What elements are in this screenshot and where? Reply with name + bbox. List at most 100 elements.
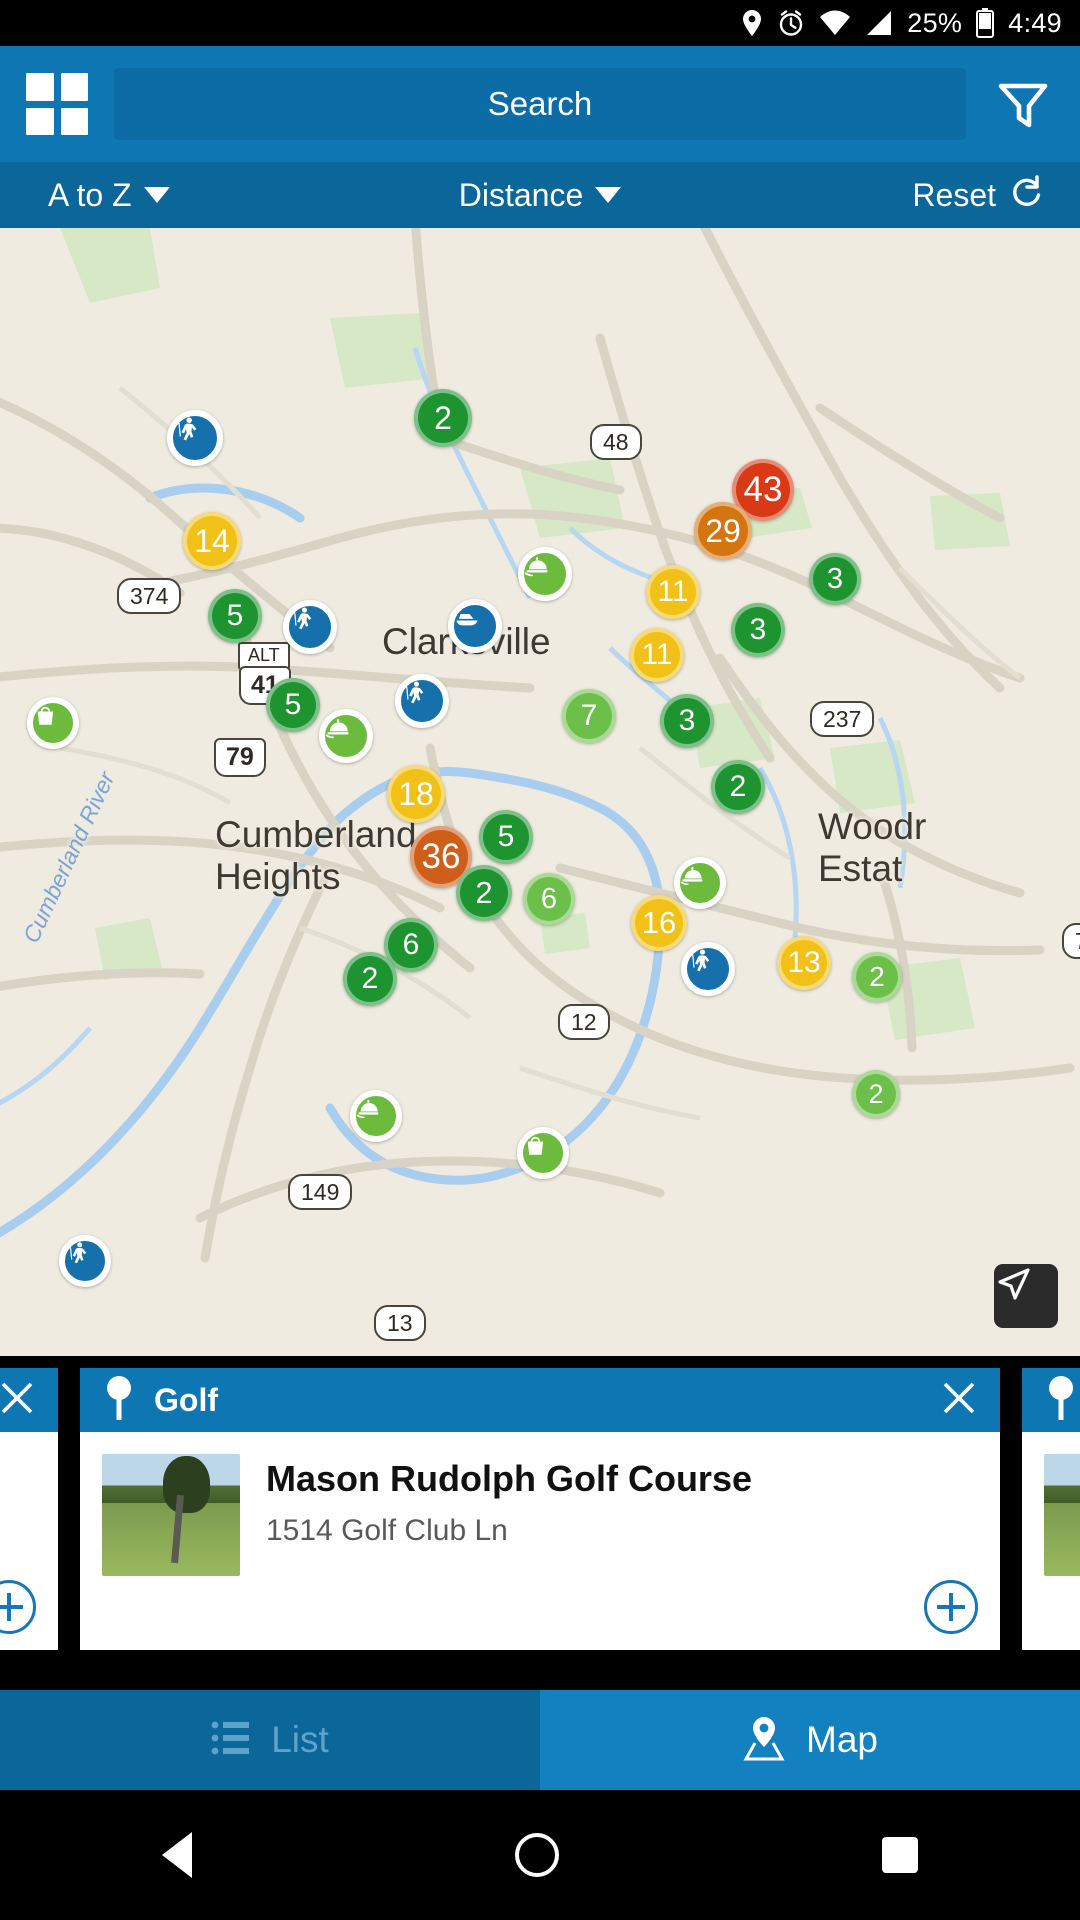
map-cluster-marker[interactable]: 6 <box>523 873 575 925</box>
battery-icon <box>976 8 995 38</box>
plus-circle-icon[interactable] <box>0 1580 36 1634</box>
route-shield: 7 <box>1062 923 1080 960</box>
map-cluster-marker[interactable]: 16 <box>631 895 687 951</box>
clock-time: 4:49 <box>1008 7 1062 38</box>
route-shield: 48 <box>590 424 642 461</box>
map-poi-marker-restaurant[interactable] <box>674 857 726 909</box>
map-poi-marker-shopping-bag[interactable] <box>27 697 79 749</box>
map-base-layer <box>0 228 1075 1263</box>
map-poi-marker-boat[interactable] <box>448 599 502 653</box>
poi-card-carousel[interactable]: Golf Mason Rudolph Golf Course 1514 Golf… <box>0 1356 1080 1656</box>
map-cluster-marker[interactable]: 3 <box>809 553 861 605</box>
map-poi-marker-hiker[interactable] <box>59 1235 111 1287</box>
map-poi-marker-restaurant[interactable] <box>319 709 373 763</box>
map-poi-marker-hiker[interactable] <box>283 600 337 654</box>
status-bar: 25% 4:49 <box>0 0 1080 46</box>
refresh-icon <box>1010 174 1044 216</box>
card-body: Mason Rudolph Golf Course 1514 Golf Club… <box>0 1432 58 1650</box>
tab-map-label: Map <box>806 1719 878 1760</box>
sort-distance-label: Distance <box>458 176 584 213</box>
sort-alpha-label: A to Z <box>48 176 132 213</box>
map-cluster-marker[interactable]: 7 <box>562 689 616 743</box>
map-pin-icon <box>742 1715 786 1766</box>
alarm-icon <box>777 9 805 37</box>
tab-list-label: List <box>271 1719 329 1760</box>
map-cluster-marker[interactable]: 29 <box>694 502 752 560</box>
map-poi-marker-restaurant[interactable] <box>350 1090 402 1142</box>
map-cluster-marker[interactable]: 2 <box>414 389 472 447</box>
map-poi-marker-hiker[interactable] <box>681 942 735 996</box>
golf-tee-icon <box>102 1374 136 1427</box>
map-cluster-marker[interactable]: 2 <box>852 952 902 1002</box>
map-cluster-marker[interactable]: 2 <box>456 865 512 921</box>
android-nav-bar <box>0 1790 1080 1920</box>
map-cluster-marker[interactable]: 13 <box>777 936 831 990</box>
poi-address: 1514 Golf Club Ln <box>266 1514 508 1547</box>
map-poi-marker-restaurant[interactable] <box>518 547 572 601</box>
map-poi-marker-hiker[interactable] <box>167 410 223 466</box>
battery-percent: 25% <box>907 7 963 38</box>
route-shield: 13 <box>374 1305 426 1342</box>
card-body: Mason Rudolph Golf Course 1514 Golf Club… <box>80 1432 1000 1650</box>
app-root: 25% 4:49 Search A to Z Distance Reset Cu… <box>0 0 1080 1920</box>
map-cluster-marker[interactable]: 2 <box>852 1070 900 1118</box>
card-text: Mason Rudolph Golf Course 1514 Golf Club… <box>240 1454 752 1650</box>
sort-distance-button[interactable]: Distance <box>459 177 622 214</box>
map-cluster-marker[interactable]: 11 <box>630 628 684 682</box>
poi-card-golf[interactable]: Golf Mason Rudolph Golf Course 1514 Golf… <box>80 1368 1000 1650</box>
search-input[interactable]: Search <box>114 68 966 140</box>
signal-icon <box>865 10 893 36</box>
home-circle-icon[interactable] <box>514 1833 559 1877</box>
map-cluster-marker[interactable]: 2 <box>711 760 765 814</box>
sort-filter-bar: A to Z Distance Reset <box>0 162 1080 228</box>
map-poi-marker-shopping-bag[interactable] <box>517 1127 569 1179</box>
card-category: Golf <box>154 1381 218 1418</box>
card-header: Golf <box>80 1368 1000 1432</box>
poi-thumbnail <box>1044 1454 1080 1576</box>
map-cluster-marker[interactable]: 18 <box>387 765 445 823</box>
map-canvas[interactable]: Clarksville CumberlandHeights WoodrEstat… <box>0 228 1080 1356</box>
map-cluster-marker[interactable]: 5 <box>208 589 262 643</box>
map-cluster-marker[interactable]: 5 <box>266 678 320 732</box>
chevron-down-icon <box>143 187 170 203</box>
route-shield: 237 <box>810 701 875 738</box>
funnel-filter-icon[interactable] <box>992 73 1054 135</box>
route-shield: 374 <box>117 578 182 615</box>
route-shield: 79 <box>214 738 266 777</box>
golf-tee-icon <box>1044 1374 1078 1427</box>
route-shield: 12 <box>558 1004 610 1041</box>
close-icon[interactable] <box>940 1379 978 1422</box>
tab-map[interactable]: Map <box>540 1690 1080 1790</box>
plus-circle-icon[interactable] <box>924 1580 978 1634</box>
reset-button[interactable]: Reset <box>912 174 1044 216</box>
recents-square-icon[interactable] <box>882 1837 919 1873</box>
tab-list[interactable]: List <box>0 1690 540 1790</box>
poi-card-previous[interactable]: Golf Mason Rudolph Golf Course 1514 Golf… <box>0 1368 58 1650</box>
map-poi-marker-hiker[interactable] <box>395 674 449 728</box>
map-cluster-marker[interactable]: 3 <box>731 603 785 657</box>
map-cluster-marker[interactable]: 3 <box>660 694 714 748</box>
card-header: Golf <box>0 1368 58 1432</box>
route-shield: 149 <box>288 1174 353 1211</box>
search-placeholder: Search <box>487 85 593 122</box>
close-icon[interactable] <box>0 1379 36 1422</box>
grid-menu-icon[interactable] <box>26 73 88 135</box>
location-pin-icon <box>741 9 763 37</box>
sort-alpha-button[interactable]: A to Z <box>48 177 170 214</box>
poi-thumbnail <box>102 1454 240 1576</box>
map-cluster-marker[interactable]: 14 <box>183 512 241 570</box>
map-cluster-marker[interactable]: 11 <box>646 565 700 619</box>
poi-title: Mason Rudolph Golf Course <box>266 1458 752 1499</box>
card-header: Golf <box>1022 1368 1080 1432</box>
app-header: Search <box>0 46 1080 162</box>
back-triangle-icon[interactable] <box>161 1832 192 1878</box>
navigation-arrow-icon[interactable] <box>994 1264 1058 1328</box>
chevron-down-icon <box>595 187 622 203</box>
map-cluster-marker[interactable]: 5 <box>479 810 533 864</box>
map-cluster-marker[interactable]: 2 <box>343 952 397 1006</box>
bottom-tab-bar: List Map <box>0 1690 1080 1790</box>
reset-label: Reset <box>912 176 996 213</box>
card-body: Mason Rudolph Golf Course 1514 Golf Club… <box>1022 1432 1080 1650</box>
list-icon <box>211 1720 251 1761</box>
poi-card-next[interactable]: Golf Mason Rudolph Golf Course 1514 Golf… <box>1022 1368 1080 1650</box>
